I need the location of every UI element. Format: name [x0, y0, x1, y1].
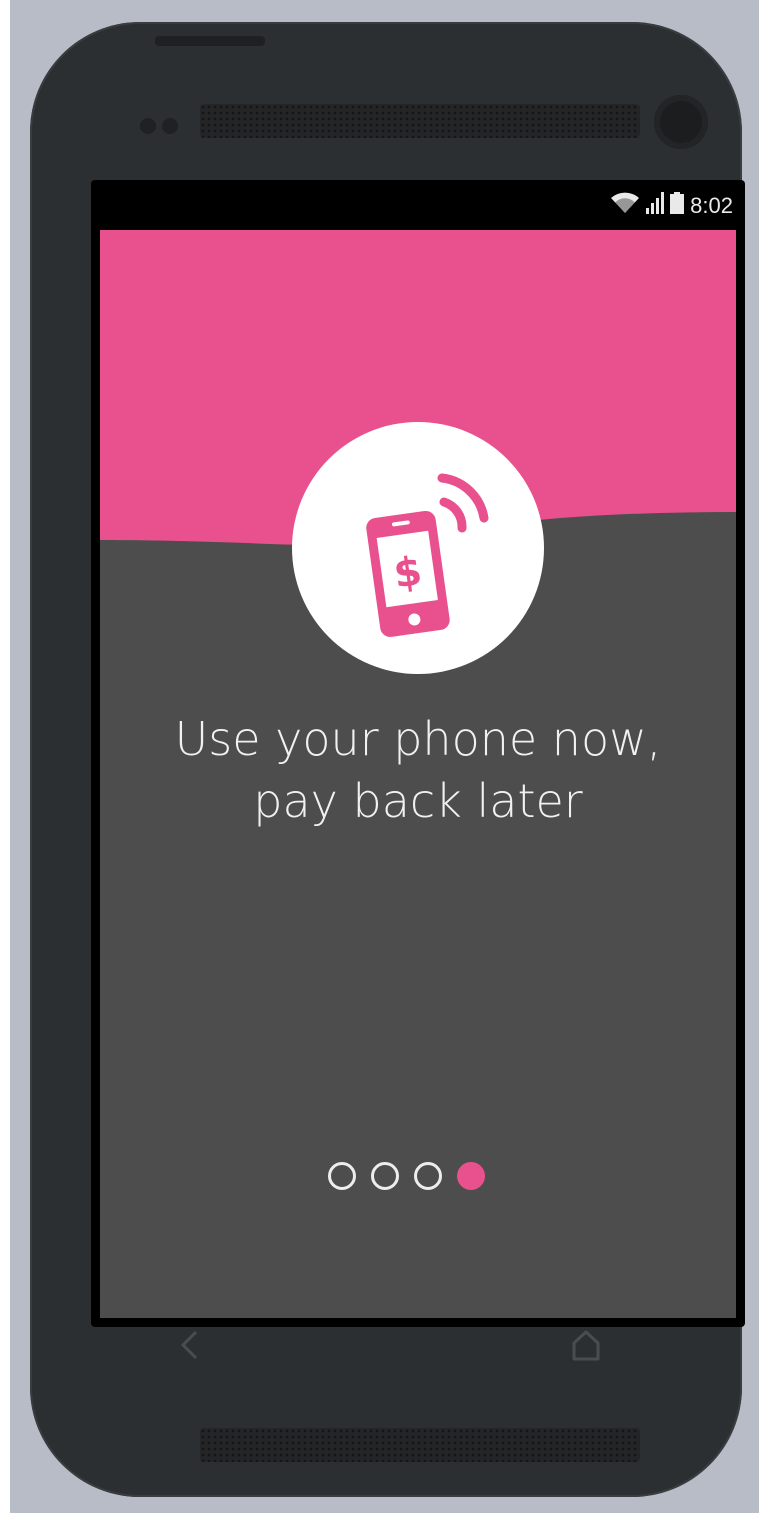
page-edge: [0, 0, 10, 1513]
page-dot-1[interactable]: [328, 1162, 356, 1190]
headline-line-2: pay back later: [253, 774, 583, 828]
headline-line-1: Use your phone now,: [174, 712, 662, 766]
phone-device: 8:02 $ Use your phone now, pay back late…: [30, 22, 745, 1497]
wifi-icon: [610, 192, 640, 220]
screen: 8:02 $ Use your phone now, pay back late…: [91, 180, 745, 1327]
phone-payment-icon: $: [366, 473, 489, 637]
proximity-sensors: [140, 118, 184, 138]
earpiece-speaker-grille: [200, 104, 640, 138]
hero-illustration: $: [292, 422, 544, 674]
status-time: 8:02: [690, 193, 733, 218]
status-bar: 8:02: [91, 180, 745, 230]
onboarding-screen[interactable]: $ Use your phone now, pay back later: [100, 230, 736, 1318]
bottom-speaker-grille: [200, 1428, 640, 1462]
battery-icon: [670, 192, 685, 220]
page-dot-3[interactable]: [414, 1162, 442, 1190]
page-dot-4[interactable]: [457, 1162, 485, 1190]
page-indicator: [328, 1162, 485, 1190]
back-icon[interactable]: [178, 1328, 200, 1371]
power-button: [155, 36, 265, 46]
onboarding-headline: Use your phone now, pay back later: [100, 708, 736, 832]
signal-icon: [646, 192, 665, 220]
home-icon[interactable]: [570, 1328, 602, 1371]
page-dot-2[interactable]: [371, 1162, 399, 1190]
status-icons: 8:02: [610, 192, 733, 220]
front-camera: [654, 95, 708, 149]
